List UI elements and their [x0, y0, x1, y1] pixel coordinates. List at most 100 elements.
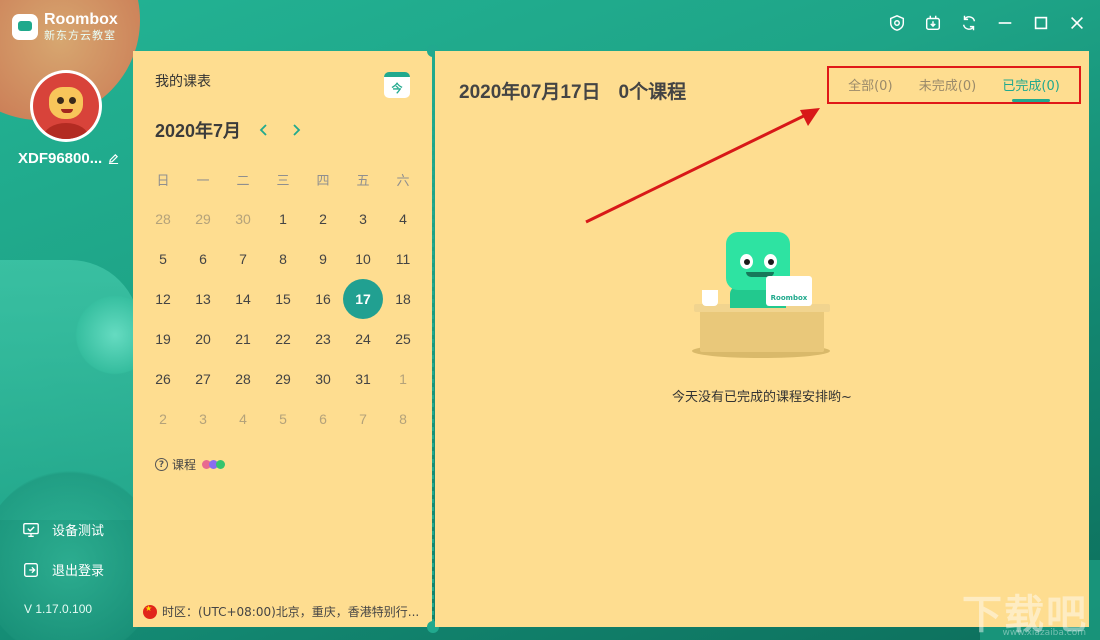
calendar-day-number: 10 — [355, 251, 371, 267]
calendar-day-number: 3 — [359, 211, 367, 227]
calendar-day[interactable]: 8 — [263, 239, 303, 279]
calendar-day[interactable]: 3 — [183, 399, 223, 439]
calendar-day[interactable]: 2 — [303, 199, 343, 239]
close-icon[interactable] — [1068, 14, 1086, 32]
calendar-day[interactable]: 9 — [303, 239, 343, 279]
panel-divider — [432, 51, 434, 627]
legend-color-dots — [202, 460, 226, 469]
calendar-day[interactable]: 29 — [183, 199, 223, 239]
calendar-day[interactable]: 29 — [263, 359, 303, 399]
prev-month-button[interactable] — [255, 121, 273, 139]
laptop-label: Roombox — [770, 294, 808, 302]
calendar-panel: 我的课表 今 2020年7月 日一二三四五六 28 29 30 1 2 3 4 5 6 7 8 9 10 1… — [133, 51, 432, 627]
calendar-day[interactable]: 14 — [223, 279, 263, 319]
minimize-icon[interactable] — [996, 14, 1014, 32]
laptop-icon: Roombox — [766, 276, 812, 306]
legend-dot — [216, 460, 226, 469]
calendar-day[interactable]: 1 — [263, 199, 303, 239]
calendar-day-number: 8 — [399, 411, 407, 427]
calendar-day[interactable]: 28 — [143, 199, 183, 239]
username[interactable]: XDF96800... — [18, 150, 119, 167]
weekday-header: 日 — [156, 173, 170, 189]
device-test-button[interactable]: 设备测试 — [22, 520, 104, 539]
calendar-day[interactable]: 6 — [183, 239, 223, 279]
calendar-day[interactable]: 10 — [343, 239, 383, 279]
calendar-day-number: 30 — [315, 371, 331, 387]
annotation-arrow — [585, 108, 820, 224]
calendar-day[interactable]: 11 — [383, 239, 423, 279]
today-button[interactable]: 今 — [384, 72, 410, 98]
timezone-selector[interactable]: 时区：(UTC+08:00)北京，重庆，香港特别行... — [143, 603, 419, 620]
calendar-day[interactable]: 30 — [223, 199, 263, 239]
weekday-header: 一 — [196, 173, 210, 189]
calendar-day-number: 21 — [235, 331, 251, 347]
download-icon[interactable] — [924, 14, 942, 32]
calendar-day[interactable]: 31 — [343, 359, 383, 399]
calendar-day[interactable]: 20 — [183, 319, 223, 359]
calendar-day[interactable]: 16 — [303, 279, 343, 319]
calendar-day-number: 5 — [279, 411, 287, 427]
calendar-day[interactable]: 7 — [343, 399, 383, 439]
calendar-day-number: 19 — [155, 331, 171, 347]
tab-incomplete[interactable]: 未完成(0) — [919, 75, 976, 96]
calendar-day-number: 22 — [275, 331, 291, 347]
calendar-day-number: 13 — [195, 291, 211, 307]
avatar[interactable] — [30, 70, 102, 142]
calendar-day[interactable]: 25 — [383, 319, 423, 359]
calendar-day-number: 6 — [199, 251, 207, 267]
calendar-day-number: 12 — [155, 291, 171, 307]
calendar-day[interactable]: 1 — [383, 359, 423, 399]
weekday-header: 六 — [396, 173, 410, 189]
calendar-day[interactable]: 15 — [263, 279, 303, 319]
calendar-day-number: 28 — [235, 371, 251, 387]
calendar-day[interactable]: 30 — [303, 359, 343, 399]
calendar-day[interactable]: 5 — [263, 399, 303, 439]
calendar-day[interactable]: 24 — [343, 319, 383, 359]
username-text: XDF96800... — [18, 150, 103, 167]
next-month-button[interactable] — [287, 121, 305, 139]
weekday-header: 三 — [276, 173, 290, 189]
calendar-day-number: 26 — [155, 371, 171, 387]
refresh-icon[interactable] — [960, 14, 978, 32]
logout-button[interactable]: 退出登录 — [22, 560, 104, 579]
calendar-day[interactable]: 28 — [223, 359, 263, 399]
calendar-day[interactable]: 26 — [143, 359, 183, 399]
calendar-day[interactable]: 18 — [383, 279, 423, 319]
calendar-day-number: 4 — [239, 411, 247, 427]
calendar-day[interactable]: 12 — [143, 279, 183, 319]
calendar-day[interactable]: 6 — [303, 399, 343, 439]
watermark-url: www.xiazaiba.com — [1002, 628, 1086, 638]
eye-icon[interactable] — [888, 14, 906, 32]
edit-icon[interactable] — [108, 153, 119, 164]
empty-state-message: 今天没有已完成的课程安排哟~ — [672, 390, 852, 405]
calendar-day[interactable]: 5 — [143, 239, 183, 279]
course-legend: ? 课程 — [155, 456, 226, 473]
tab-all[interactable]: 全部(0) — [848, 75, 892, 96]
calendar-day[interactable]: 13 — [183, 279, 223, 319]
calendar-day[interactable]: 4 — [383, 199, 423, 239]
calendar-day[interactable]: 3 — [343, 199, 383, 239]
month-label: 2020年7月 — [155, 121, 242, 141]
calendar-day-selected[interactable]: 17 — [343, 279, 383, 319]
calendar-day[interactable]: 22 — [263, 319, 303, 359]
calendar-day[interactable]: 23 — [303, 319, 343, 359]
cup-icon — [702, 290, 718, 306]
calendar-day-number: 5 — [159, 251, 167, 267]
calendar-day-number: 25 — [395, 331, 411, 347]
calendar-day[interactable]: 4 — [223, 399, 263, 439]
calendar-day-number: 20 — [195, 331, 211, 347]
calendar-day[interactable]: 7 — [223, 239, 263, 279]
maximize-icon[interactable] — [1032, 14, 1050, 32]
calendar-day[interactable]: 19 — [143, 319, 183, 359]
calendar-day[interactable]: 21 — [223, 319, 263, 359]
calendar-day[interactable]: 2 — [143, 399, 183, 439]
calendar-day-number: 1 — [399, 371, 407, 387]
calendar-day-number: 3 — [199, 411, 207, 427]
tab-completed[interactable]: 已完成(0) — [1002, 75, 1060, 102]
logout-icon — [24, 562, 38, 577]
calendar-day-number: 9 — [319, 251, 327, 267]
help-icon[interactable]: ? — [155, 458, 168, 471]
calendar-day[interactable]: 27 — [183, 359, 223, 399]
calendar-day[interactable]: 8 — [383, 399, 423, 439]
calendar-day-number: 24 — [355, 331, 371, 347]
